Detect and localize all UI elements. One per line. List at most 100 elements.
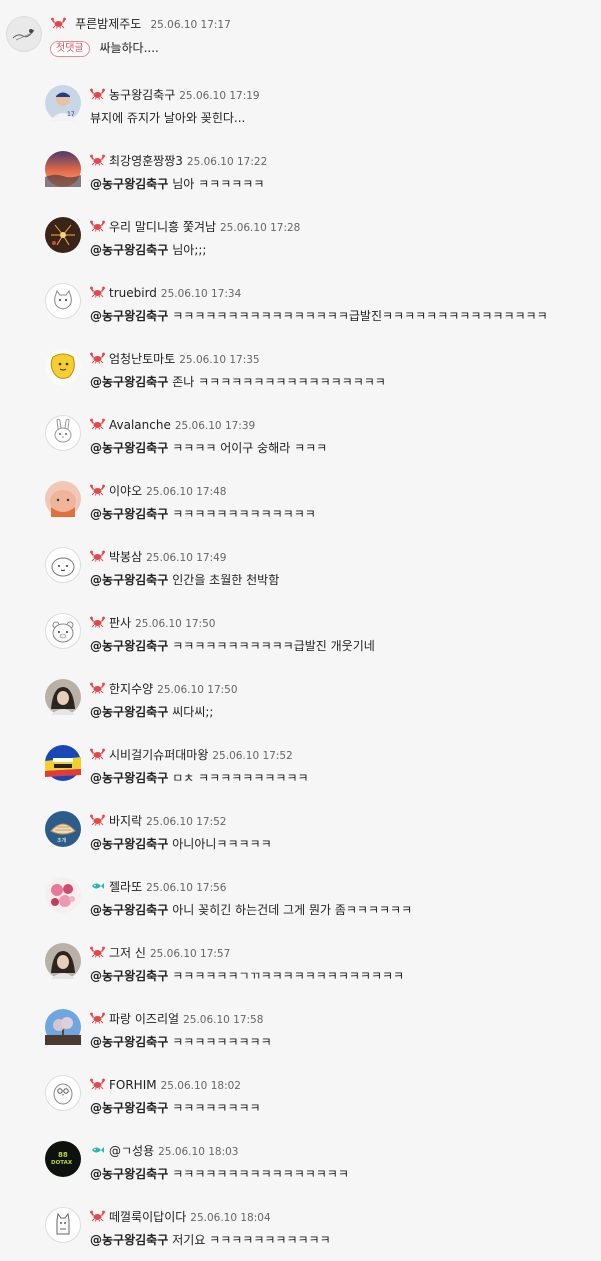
reply-author-nickname[interactable]: 시비걸기슈퍼대마왕 bbox=[109, 748, 208, 762]
reply-meta: 파랑 이즈리얼 25.06.10 17:58 bbox=[90, 1009, 263, 1027]
reply-author-nickname[interactable]: 그저 신 bbox=[109, 946, 146, 960]
reply-author-nickname[interactable]: 젤라또 bbox=[109, 880, 142, 894]
reply-mention[interactable]: @농구왕김축구 bbox=[90, 1035, 168, 1049]
blue-sky-tree-avatar-icon[interactable] bbox=[45, 1009, 81, 1045]
person-photo-avatar-icon[interactable] bbox=[45, 943, 81, 979]
reply-mention[interactable]: @농구왕김축구 bbox=[90, 375, 168, 389]
pink-flowers-avatar-icon[interactable] bbox=[45, 877, 81, 913]
reply-author-nickname[interactable]: 떼껄룩이답이다 bbox=[109, 1210, 186, 1224]
reply-text: ㅋㅋㅋㅋㅋㅋㅋㅋㅋㅋㅋㅋㅋ bbox=[172, 507, 316, 521]
reply-meta: 바지락 25.06.10 17:52 bbox=[90, 811, 226, 829]
reply-mention[interactable]: @농구왕김축구 bbox=[90, 705, 168, 719]
cat-doodle-avatar-icon[interactable] bbox=[45, 283, 81, 319]
crab-icon bbox=[90, 680, 105, 694]
dotax-logo-avatar-icon[interactable]: 88 DOTAX bbox=[45, 1141, 81, 1177]
reply-time: 25.06.10 17:56 bbox=[146, 882, 227, 894]
reply-time: 25.06.10 17:39 bbox=[174, 420, 256, 432]
reply-item: 시비걸기슈퍼대마왕 25.06.10 17:52 @농구왕김축구 ㅁㅊ ㅋㅋㅋㅋㅋㅋㅋ… bbox=[45, 745, 601, 795]
reply-meta: 젤라또 25.06.10 17:56 bbox=[90, 877, 226, 895]
reply-time: 25.06.10 17:52 bbox=[212, 750, 293, 762]
reply-meta: Avalanche 25.06.10 17:39 bbox=[90, 415, 255, 433]
reply-body: @농구왕김축구 ㅁㅊ ㅋㅋㅋㅋㅋㅋㅋㅋㅋㅋ bbox=[90, 769, 309, 787]
reply-text: 아니아니ㅋㅋㅋㅋㅋ bbox=[172, 837, 272, 851]
blob-doodle-avatar-icon[interactable] bbox=[45, 547, 81, 583]
reply-text: ㅁㅊ ㅋㅋㅋㅋㅋㅋㅋㅋㅋㅋ bbox=[172, 771, 309, 785]
reply-mention[interactable]: @농구왕김축구 bbox=[90, 639, 168, 653]
reply-author-nickname[interactable]: FORHIM bbox=[109, 1078, 157, 1092]
reply-mention[interactable]: @농구왕김축구 bbox=[90, 309, 168, 323]
reply-body: @농구왕김축구 인간을 초월한 천박함 bbox=[90, 571, 279, 589]
reply-mention[interactable]: @농구왕김축구 bbox=[90, 573, 168, 587]
reply-author-nickname[interactable]: 한지수양 bbox=[109, 682, 153, 696]
person-photo-avatar-icon[interactable] bbox=[45, 679, 81, 715]
crab-icon bbox=[90, 218, 105, 232]
reply-text: 님아 ㅋㅋㅋㅋㅋㅋ bbox=[172, 177, 265, 191]
owl-doodle-avatar-icon[interactable] bbox=[45, 1075, 81, 1111]
reply-text: ㅋㅋㅋㅋ 어이구 숭해라 ㅋㅋㅋ bbox=[172, 441, 328, 455]
reply-body: @농구왕김축구 ㅋㅋㅋㅋㅋㅋㅋㅋㅋㅋㅋ급발진 개웃기네 bbox=[90, 637, 375, 655]
reply-mention[interactable]: @농구왕김축구 bbox=[90, 1233, 168, 1247]
reply-item: 엄청난토마토 25.06.10 17:35 @농구왕김축구 존나 ㅋㅋㅋㅋㅋㅋㅋㅋㅋㅋ… bbox=[45, 349, 601, 399]
reply-mention[interactable]: @농구왕김축구 bbox=[90, 1167, 168, 1181]
top-comment: 푸른밤제주도 25.06.10 17:17 첫댓글 싸늘하다.... bbox=[6, 12, 596, 62]
reply-body: @농구왕김축구 ㅋㅋㅋㅋㅋㅋㄱㄲㅋㅋㅋㅋㅋㅋㅋㅋㅋㅋㅋㅋㅋ bbox=[90, 967, 404, 985]
reply-body: @농구왕김축구 ㅋㅋㅋㅋㅋㅋㅋㅋㅋ bbox=[90, 1033, 272, 1051]
reply-author-nickname[interactable]: 바지락 bbox=[109, 814, 142, 828]
cat-outline-avatar-icon[interactable] bbox=[45, 1207, 81, 1243]
reply-mention[interactable]: @농구왕김축구 bbox=[90, 837, 168, 851]
reply-author-nickname[interactable]: 이야오 bbox=[109, 484, 142, 498]
reply-author-nickname[interactable]: 파랑 이즈리얼 bbox=[109, 1012, 179, 1026]
clam-avatar-icon[interactable]: 조개 bbox=[45, 811, 81, 847]
reply-body: @농구왕김축구 존나 ㅋㅋㅋㅋㅋㅋㅋㅋㅋㅋㅋㅋㅋㅋㅋㅋㅋ bbox=[90, 373, 386, 391]
crab-icon bbox=[90, 548, 105, 562]
reply-text: 아니 꽂히긴 하는건데 그게 뭔가 좀ㅋㅋㅋㅋㅋㅋ bbox=[172, 903, 413, 917]
reply-mention[interactable]: @농구왕김축구 bbox=[90, 441, 168, 455]
reply-author-nickname[interactable]: 농구왕김축구 bbox=[109, 88, 175, 102]
reply-author-nickname[interactable]: Avalanche bbox=[109, 418, 171, 432]
fireworks-avatar-icon[interactable] bbox=[45, 217, 81, 253]
reply-mention[interactable]: @농구왕김축구 bbox=[90, 903, 168, 917]
reply-mention[interactable]: @농구왕김축구 bbox=[90, 243, 168, 257]
crab-icon bbox=[90, 86, 105, 100]
reply-author-nickname[interactable]: 엄청난토마토 bbox=[109, 352, 175, 366]
svg-text:17: 17 bbox=[67, 111, 75, 118]
reply-item: 젤라또 25.06.10 17:56 @농구왕김축구 아니 꽂히긴 하는건데 그게 뭔… bbox=[45, 877, 601, 927]
reply-mention[interactable]: @농구왕김축구 bbox=[90, 771, 168, 785]
reply-meta: 한지수양 25.06.10 17:50 bbox=[90, 679, 238, 697]
reply-mention[interactable]: @농구왕김축구 bbox=[90, 507, 168, 521]
rabbit-doodle-avatar-icon[interactable] bbox=[45, 415, 81, 451]
crab-icon bbox=[90, 416, 105, 430]
reply-time: 25.06.10 17:34 bbox=[160, 288, 242, 300]
author-nickname[interactable]: 푸른밤제주도 bbox=[75, 17, 141, 31]
reply-time: 25.06.10 17:57 bbox=[149, 948, 231, 960]
reply-author-nickname[interactable]: 박봉삼 bbox=[109, 550, 142, 564]
reply-time: 25.06.10 17:50 bbox=[135, 618, 216, 630]
reply-mention[interactable]: @농구왕김축구 bbox=[90, 1101, 168, 1115]
reply-author-nickname[interactable]: 판사 bbox=[109, 616, 131, 630]
reply-time: 25.06.10 17:49 bbox=[146, 552, 227, 564]
sunset-avatar-icon[interactable] bbox=[45, 151, 81, 187]
reply-item: 그저 신 25.06.10 17:57 @농구왕김축구 ㅋㅋㅋㅋㅋㅋㄱㄲㅋㅋㅋㅋㅋㅋㅋ… bbox=[45, 943, 601, 993]
reply-time: 25.06.10 17:19 bbox=[179, 90, 260, 102]
reply-time: 25.06.10 17:50 bbox=[157, 684, 238, 696]
reply-author-nickname[interactable]: 우리 말디니흥 쫓겨남 bbox=[109, 220, 216, 234]
bear-doodle-avatar-icon[interactable] bbox=[45, 613, 81, 649]
colorful-logo-avatar-icon[interactable] bbox=[45, 745, 81, 781]
reply-author-nickname[interactable]: truebird bbox=[109, 286, 157, 300]
reply-body: @농구왕김축구 씨다씨;; bbox=[90, 703, 213, 721]
reply-mention[interactable]: @농구왕김축구 bbox=[90, 177, 168, 191]
reply-meta: 최강영훈짱짱3 25.06.10 17:22 bbox=[90, 151, 267, 169]
reply-item: Avalanche 25.06.10 17:39 @농구왕김축구 ㅋㅋㅋㅋ 어이구 숭… bbox=[45, 415, 601, 465]
comment-meta: 푸른밤제주도 25.06.10 17:17 bbox=[51, 14, 231, 32]
sketch-avatar-icon[interactable] bbox=[6, 16, 42, 52]
reply-mention[interactable]: @농구왕김축구 bbox=[90, 969, 168, 983]
peach-character-avatar-icon[interactable] bbox=[45, 481, 81, 517]
reply-item: 한지수양 25.06.10 17:50 @농구왕김축구 씨다씨;; bbox=[45, 679, 601, 729]
reply-body: @농구왕김축구 님아 ㅋㅋㅋㅋㅋㅋ bbox=[90, 175, 264, 193]
reply-author-nickname[interactable]: 최강영훈짱짱3 bbox=[109, 154, 183, 168]
baseball-player-avatar-icon[interactable]: 17 bbox=[45, 85, 81, 121]
svg-text:조개: 조개 bbox=[57, 837, 67, 844]
yellow-character-avatar-icon[interactable] bbox=[45, 349, 81, 385]
reply-author-nickname[interactable]: @ㄱ성용 bbox=[109, 1144, 154, 1158]
reply-item: 판사 25.06.10 17:50 @농구왕김축구 ㅋㅋㅋㅋㅋㅋㅋㅋㅋㅋㅋ급발진 개웃… bbox=[45, 613, 601, 663]
